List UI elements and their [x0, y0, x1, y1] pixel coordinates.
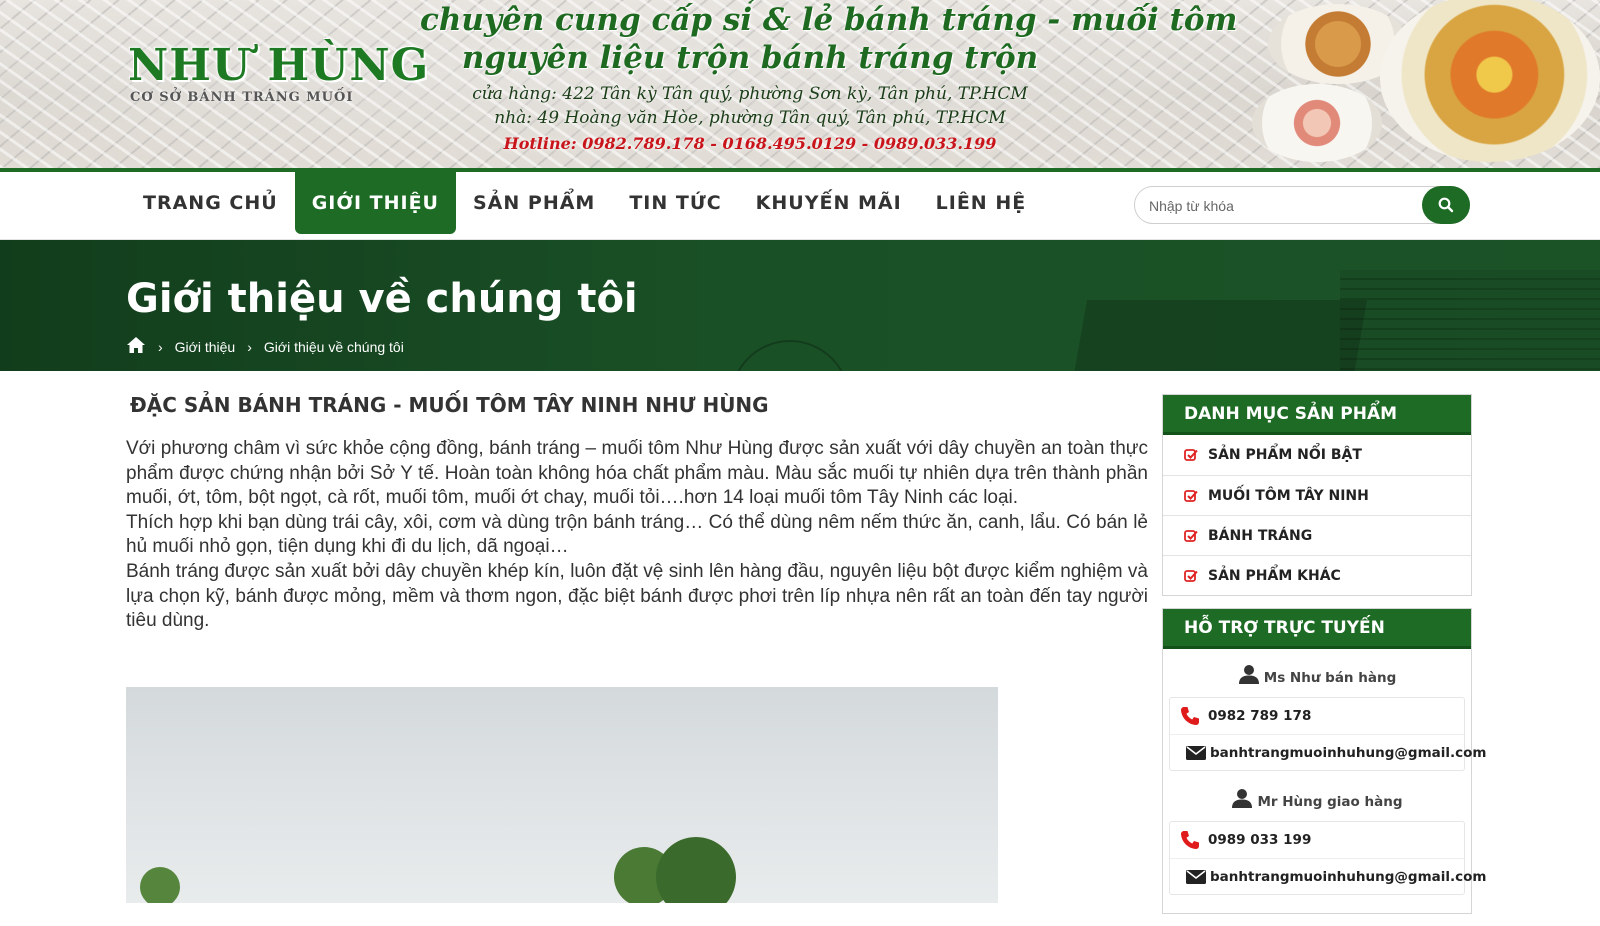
- contact-phone[interactable]: 0989 033 199: [1170, 822, 1464, 858]
- article-paragraph: Thích hợp khi bạn dùng trái cây, xôi, cơ…: [126, 511, 1148, 558]
- breadcrumb: › Giới thiệu › Giới thiệu về chúng tôi: [126, 336, 404, 357]
- support-person: Ms Như bán hàng: [1169, 659, 1465, 697]
- contact-phone[interactable]: 0982 789 178: [1170, 698, 1464, 734]
- nav-item-home[interactable]: TRANG CHỦ: [126, 172, 295, 234]
- sidebar: DANH MỤC SẢN PHẨM SẢN PHẨM NỔI BẬT MUỐI …: [1162, 394, 1486, 926]
- nav-menu: TRANG CHỦ GIỚI THIỆU SẢN PHẨM TIN TỨC KH…: [126, 172, 1043, 234]
- product-categories-title: DANH MỤC SẢN PHẨM: [1163, 395, 1471, 435]
- user-icon: [1232, 789, 1253, 808]
- product-categories-box: DANH MỤC SẢN PHẨM SẢN PHẨM NỔI BẬT MUỐI …: [1162, 394, 1472, 596]
- banner-food-image: [1380, 0, 1600, 162]
- nav-item-promotions[interactable]: KHUYẾN MÃI: [739, 172, 919, 234]
- category-other[interactable]: SẢN PHẨM KHÁC: [1163, 555, 1471, 595]
- envelope-icon: [1186, 745, 1206, 760]
- category-rice-paper[interactable]: BÁNH TRÁNG: [1163, 515, 1471, 555]
- category-label: SẢN PHẨM KHÁC: [1208, 567, 1341, 584]
- user-icon: [1238, 665, 1259, 684]
- category-label: BÁNH TRÁNG: [1208, 527, 1313, 544]
- nav-item-contact[interactable]: LIÊN HỆ: [919, 172, 1044, 234]
- photo-tree: [140, 867, 180, 903]
- check-square-icon: [1184, 529, 1198, 543]
- category-featured[interactable]: SẢN PHẨM NỔI BẬT: [1163, 435, 1471, 475]
- banner-hotline: Hotline: 0982.789.178 - 0168.495.0129 - …: [503, 134, 997, 153]
- category-label: SẢN PHẨM NỔI BẬT: [1208, 447, 1362, 463]
- search-input[interactable]: [1149, 195, 1409, 217]
- online-support-box: HỖ TRỢ TRỰC TUYẾN Ms Như bán hàng 0982 7…: [1162, 608, 1486, 914]
- phone-number: 0989 033 199: [1208, 832, 1312, 848]
- support-contacts: Ms Như bán hàng 0982 789 178 banhtrangmu…: [1163, 649, 1486, 913]
- check-square-icon: [1184, 569, 1198, 583]
- article-content: ĐẶC SẢN BÁNH TRÁNG - MUỐI TÔM TÂY NINH N…: [126, 371, 1148, 903]
- banner-slogan-line1: chuyên cung cấp sỉ & lẻ bánh tráng - muố…: [420, 2, 1238, 38]
- nav-item-products[interactable]: SẢN PHẨM: [456, 172, 612, 234]
- search-icon: [1438, 197, 1454, 213]
- home-icon[interactable]: [126, 336, 146, 357]
- category-shrimp-salt[interactable]: MUỐI TÔM TÂY NINH: [1163, 475, 1471, 515]
- check-square-icon: [1184, 448, 1198, 462]
- main-navigation: TRANG CHỦ GIỚI THIỆU SẢN PHẨM TIN TỨC KH…: [0, 168, 1600, 240]
- check-square-icon: [1184, 489, 1198, 503]
- background-circle: [730, 340, 850, 371]
- banner-slogan-line2: nguyên liệu trộn bánh tráng trộn: [461, 40, 1039, 76]
- support-person: Mr Hùng giao hàng: [1169, 783, 1465, 821]
- banner-home-address: nhà: 49 Hoàng văn Hòe, phường Tân quý, T…: [494, 108, 1006, 128]
- article-paragraph: Bánh tráng được sản xuất bởi dây chuyền …: [126, 560, 1148, 632]
- phone-icon: [1176, 705, 1204, 727]
- chevron-right-icon: ›: [158, 338, 163, 355]
- page-title: Giới thiệu về chúng tôi: [126, 276, 638, 322]
- category-label: MUỐI TÔM TÂY NINH: [1208, 487, 1369, 504]
- breadcrumb-item-current: Giới thiệu về chúng tôi: [263, 338, 404, 355]
- support-person-name: Ms Như bán hàng: [1263, 670, 1397, 686]
- search-box: [1134, 186, 1470, 224]
- nav-item-news[interactable]: TIN TỨC: [612, 172, 738, 234]
- online-support-title: HỖ TRỢ TRỰC TUYẾN: [1163, 609, 1471, 649]
- nav-item-about[interactable]: GIỚI THIỆU: [294, 172, 456, 234]
- chevron-right-icon: ›: [247, 338, 252, 355]
- article-photo: [126, 687, 998, 903]
- banner-store-address: cửa hàng: 422 Tân kỳ Tân quý, phường Sơn…: [472, 84, 1028, 104]
- email-address: banhtrangmuoinhuhung@gmail.com: [1210, 868, 1487, 885]
- search-button[interactable]: [1422, 186, 1470, 224]
- support-person-name: Mr Hùng giao hàng: [1257, 794, 1403, 810]
- header-banner: NHƯ HÙNG CƠ SỞ BÁNH TRÁNG MUỐI chuyên cu…: [0, 0, 1600, 168]
- breadcrumb-item-about[interactable]: Giới thiệu: [175, 339, 236, 355]
- phone-number: 0982 789 178: [1208, 708, 1312, 724]
- article-body: Với phương châm vì sức khỏe cộng đồng, b…: [126, 437, 1148, 634]
- contact-card: 0989 033 199 banhtrangmuoinhuhung@gmail.…: [1169, 821, 1486, 895]
- phone-icon: [1176, 829, 1204, 851]
- contact-card: 0982 789 178 banhtrangmuoinhuhung@gmail.…: [1169, 697, 1486, 771]
- background-building: [1072, 300, 1368, 371]
- page-title-banner: Giới thiệu về chúng tôi › Giới thiệu › G…: [0, 240, 1600, 371]
- photo-tree: [656, 837, 736, 903]
- background-building: [1340, 270, 1600, 371]
- brand-logo-name[interactable]: NHƯ HÙNG: [128, 40, 429, 91]
- contact-email[interactable]: banhtrangmuoinhuhung@gmail.com: [1170, 734, 1486, 770]
- article-heading: ĐẶC SẢN BÁNH TRÁNG - MUỐI TÔM TÂY NINH N…: [130, 393, 769, 417]
- article-paragraph: Với phương châm vì sức khỏe cộng đồng, b…: [126, 438, 1148, 509]
- email-address: banhtrangmuoinhuhung@gmail.com: [1210, 744, 1487, 761]
- envelope-icon: [1186, 869, 1206, 884]
- brand-logo-subtitle: CƠ SỞ BÁNH TRÁNG MUỐI: [130, 90, 354, 105]
- banner-food-image: [1252, 84, 1382, 162]
- contact-email[interactable]: banhtrangmuoinhuhung@gmail.com: [1170, 858, 1486, 894]
